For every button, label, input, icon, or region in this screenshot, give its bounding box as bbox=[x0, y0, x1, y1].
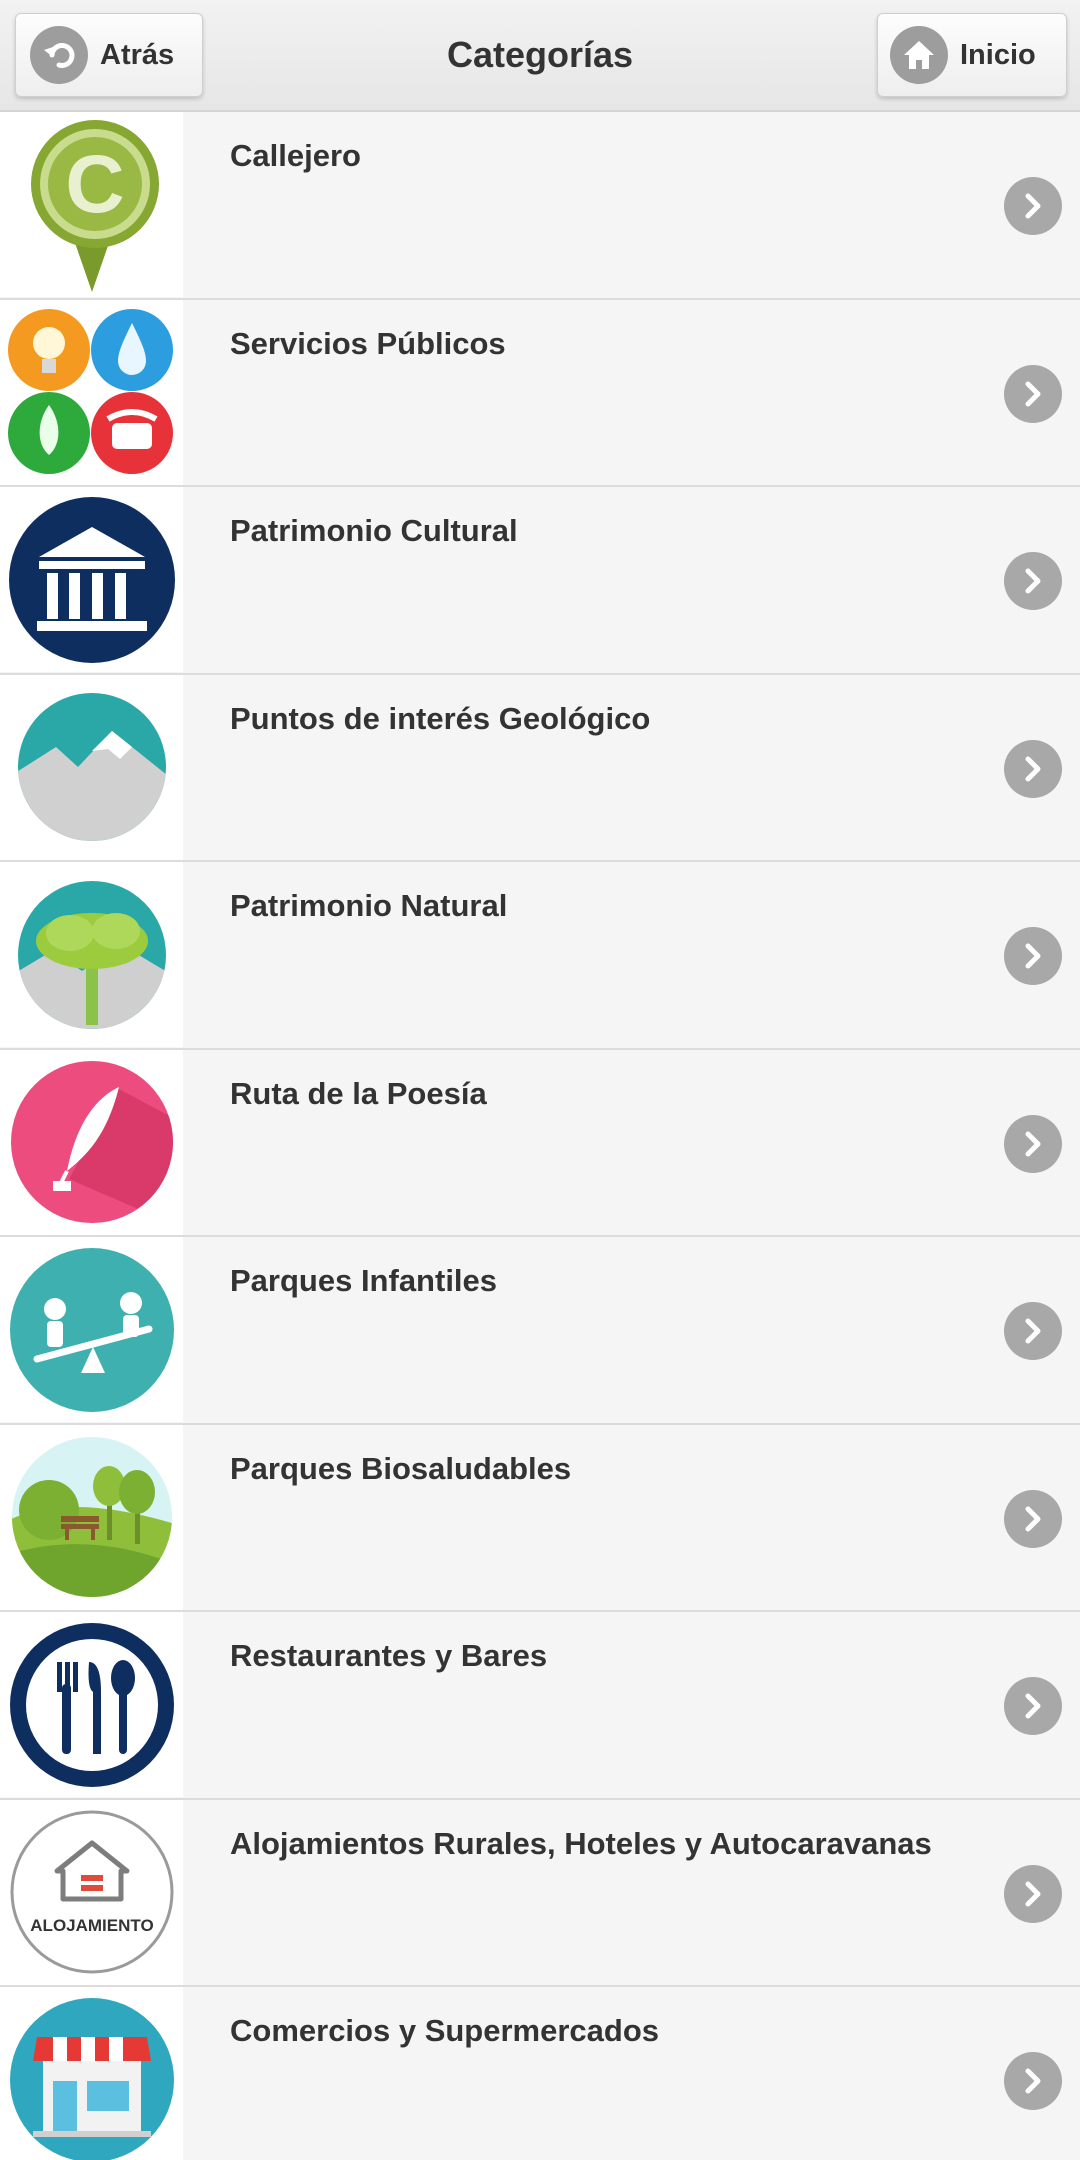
public-services-icon bbox=[0, 299, 183, 485]
chevron-right-icon bbox=[1004, 552, 1062, 610]
back-button-label: Atrás bbox=[100, 38, 175, 71]
category-label: Restaurantes y Bares bbox=[230, 1638, 548, 1673]
chevron-right-icon bbox=[1004, 2052, 1062, 2110]
category-list: C Callejero Servicios Públicos Patrimoni… bbox=[0, 112, 1080, 2160]
home-icon bbox=[890, 26, 948, 84]
quill-icon bbox=[0, 1049, 183, 1235]
category-item-restaurantes[interactable]: Restaurantes y Bares bbox=[0, 1612, 1080, 1800]
top-bar: Categorías Atrás Inicio bbox=[0, 0, 1080, 112]
chevron-right-icon bbox=[1004, 177, 1062, 235]
category-label: Puntos de interés Geológico bbox=[230, 700, 651, 736]
category-label: Ruta de la Poesía bbox=[230, 1075, 487, 1111]
chevron-right-icon bbox=[1004, 364, 1062, 423]
chevron-right-icon bbox=[1004, 1114, 1062, 1173]
category-item-patrimonio-natural[interactable]: Patrimonio Natural bbox=[0, 862, 1080, 1050]
category-item-ruta-poesia[interactable]: Ruta de la Poesía bbox=[0, 1049, 1080, 1237]
park-icon bbox=[0, 1424, 183, 1610]
chevron-right-icon bbox=[1004, 1864, 1062, 1923]
mountain-icon bbox=[0, 674, 183, 860]
svg-text:C: C bbox=[65, 139, 124, 230]
back-button[interactable]: Atrás bbox=[15, 13, 203, 97]
chevron-right-icon bbox=[1004, 927, 1062, 985]
shop-icon bbox=[0, 1987, 183, 2160]
category-label: Alojamientos Rurales, Hoteles y Autocara… bbox=[230, 1825, 932, 1861]
map-pin-c-icon: C bbox=[0, 112, 183, 297]
category-label: Comercios y Supermercados bbox=[230, 2013, 660, 2048]
category-label: Parques Biosaludables bbox=[230, 1450, 572, 1486]
category-item-servicios-publicos[interactable]: Servicios Públicos bbox=[0, 299, 1080, 487]
accommodation-icon: ALOJAMIENTO bbox=[0, 1799, 183, 1985]
category-item-patrimonio-cultural[interactable]: Patrimonio Cultural bbox=[0, 487, 1080, 675]
museum-icon bbox=[0, 487, 183, 672]
chevron-right-icon bbox=[1004, 1489, 1062, 1548]
back-arrow-icon bbox=[30, 26, 88, 84]
category-item-alojamientos[interactable]: ALOJAMIENTO Alojamientos Rurales, Hotele… bbox=[0, 1799, 1080, 1987]
cutlery-icon bbox=[0, 1612, 183, 1797]
category-label: Patrimonio Cultural bbox=[230, 513, 518, 548]
category-label: Callejero bbox=[230, 138, 361, 173]
category-item-parques-infantiles[interactable]: Parques Infantiles bbox=[0, 1237, 1080, 1425]
accommodation-icon-text: ALOJAMIENTO bbox=[30, 1916, 153, 1935]
tree-icon bbox=[0, 862, 183, 1047]
category-label: Servicios Públicos bbox=[230, 325, 506, 361]
category-item-comercios[interactable]: Comercios y Supermercados bbox=[0, 1987, 1080, 2160]
seesaw-icon bbox=[0, 1237, 183, 1422]
category-label: Patrimonio Natural bbox=[230, 888, 508, 923]
home-button-label: Inicio bbox=[960, 38, 1036, 71]
home-button[interactable]: Inicio bbox=[877, 13, 1067, 97]
chevron-right-icon bbox=[1004, 739, 1062, 798]
category-item-parques-biosaludables[interactable]: Parques Biosaludables bbox=[0, 1424, 1080, 1612]
category-label: Parques Infantiles bbox=[230, 1263, 498, 1298]
category-item-callejero[interactable]: C Callejero bbox=[0, 112, 1080, 300]
chevron-right-icon bbox=[1004, 1677, 1062, 1735]
chevron-right-icon bbox=[1004, 1302, 1062, 1360]
category-item-puntos-geologicos[interactable]: Puntos de interés Geológico bbox=[0, 674, 1080, 862]
